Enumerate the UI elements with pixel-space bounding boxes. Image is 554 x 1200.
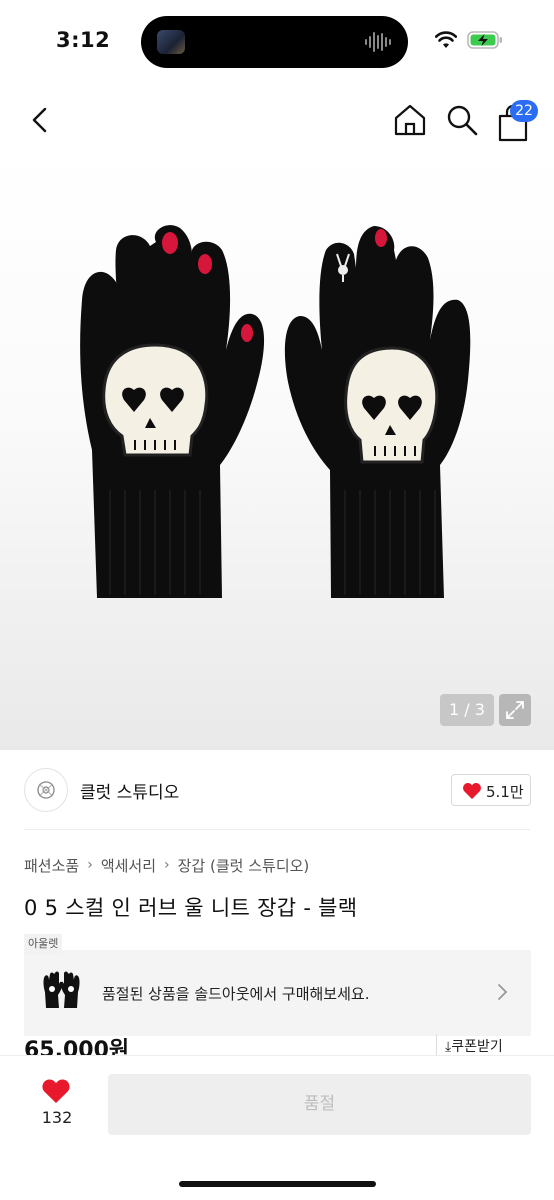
back-icon[interactable] — [24, 100, 56, 140]
breadcrumb-item[interactable]: 장갑 (클럿 스튜디오) — [178, 855, 310, 876]
store-row[interactable]: 클럿 스튜디오 5.1만 — [0, 750, 554, 830]
breadcrumb-item[interactable]: 액세서리 — [101, 855, 156, 876]
status-bar: 3:12 — [0, 0, 554, 84]
store-like-count: 5.1만 — [486, 783, 524, 801]
store-name[interactable]: 클럿 스튜디오 — [80, 778, 179, 803]
store-like-button[interactable]: 5.1만 — [451, 774, 531, 806]
section-divider — [24, 829, 530, 830]
wishlist-button[interactable]: 132 — [34, 1074, 80, 1134]
now-playing-thumbnail — [157, 30, 185, 54]
audio-waveform-icon — [365, 32, 391, 52]
chevron-right-icon: › — [87, 857, 93, 873]
right-skull-patch — [344, 346, 439, 464]
breadcrumb-item[interactable]: 패션소품 — [24, 855, 79, 876]
coupon-label: 쿠폰받기 — [451, 1039, 503, 1055]
heart-icon — [463, 783, 481, 799]
wishlist-count: 132 — [41, 1108, 73, 1127]
outlet-tag: 아울렛 — [24, 934, 63, 954]
soldout-purchase-button[interactable]: 품절 — [108, 1074, 531, 1135]
status-time: 3:12 — [56, 28, 111, 52]
product-image — [80, 225, 471, 598]
soldout-banner-text: 품절된 상품을 솔드아웃에서 구매해보세요. — [102, 985, 370, 1003]
chevron-right-icon: › — [164, 857, 170, 873]
home-indicator — [179, 1181, 376, 1187]
expand-icon[interactable] — [499, 694, 531, 726]
cart-count-badge: 22 — [510, 100, 538, 122]
glove-thumbnail — [43, 971, 80, 1008]
search-icon[interactable] — [444, 102, 480, 138]
breadcrumb: 패션소품 › 액세서리 › 장갑 (클럿 스튜디오) — [24, 854, 309, 876]
top-nav-bar — [0, 90, 554, 150]
chevron-right-icon — [498, 984, 508, 1000]
right-glove-graphic — [284, 226, 471, 598]
product-title: 0 5 스컬 인 러브 울 니트 장갑 - 블랙 — [24, 896, 358, 920]
heart-icon — [42, 1079, 70, 1103]
store-logo[interactable] — [24, 768, 68, 812]
soldout-banner[interactable]: 품절된 상품을 솔드아웃에서 구매해보세요. — [24, 950, 531, 1036]
battery-charging-icon — [467, 31, 502, 49]
bottom-action-bar: 132 품절 — [0, 1055, 554, 1200]
image-page-indicator: 1 / 3 — [440, 694, 494, 726]
home-icon[interactable] — [392, 102, 428, 138]
product-image-carousel[interactable] — [0, 150, 554, 750]
left-glove-graphic — [80, 225, 265, 598]
store-logo-icon — [37, 781, 55, 799]
dynamic-island — [141, 16, 408, 68]
wifi-icon — [435, 31, 457, 48]
